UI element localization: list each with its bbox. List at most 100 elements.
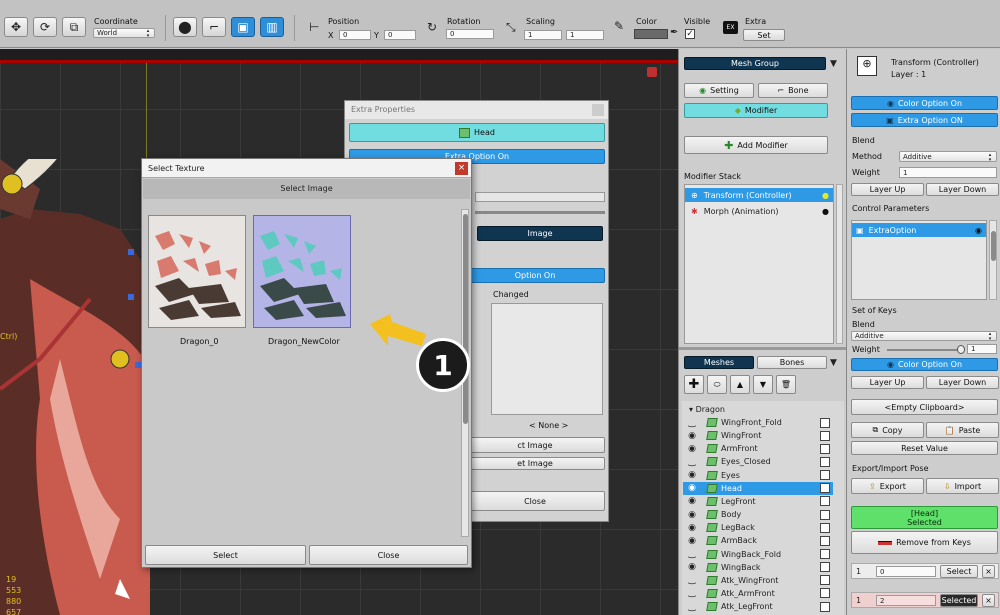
mesh-checkbox[interactable] bbox=[820, 430, 830, 441]
bone-tab[interactable]: ⌐ Bone bbox=[758, 83, 828, 98]
extra-close-button[interactable]: Close bbox=[465, 491, 605, 511]
position-x-field[interactable]: 0 bbox=[339, 30, 371, 40]
reset-image-button[interactable]: et Image bbox=[465, 457, 605, 470]
scale-x-field[interactable]: 1 bbox=[524, 30, 562, 40]
eyedropper-icon[interactable]: ✒ bbox=[670, 27, 678, 38]
mesh-row[interactable]: ‿ Atk_LegFront bbox=[683, 600, 833, 613]
mesh-checkbox[interactable] bbox=[820, 588, 830, 599]
mesh-row[interactable]: ‿ WingFront_Fold bbox=[683, 416, 833, 429]
key-remove-icon[interactable]: × bbox=[982, 594, 995, 607]
lightbulb-off-icon[interactable]: ● bbox=[822, 207, 829, 216]
eye-open-icon[interactable]: ◉ bbox=[683, 562, 701, 572]
lock-icon[interactable] bbox=[647, 67, 657, 77]
mesh-row[interactable]: ◉ LegBack bbox=[683, 521, 833, 534]
import-button[interactable]: ⇩ Import bbox=[926, 478, 999, 494]
setting-tab[interactable]: ◉ Setting bbox=[684, 83, 754, 98]
eye-open-icon[interactable]: ◉ bbox=[683, 444, 701, 454]
coordinate-select[interactable]: World bbox=[93, 28, 155, 38]
mesh-row[interactable]: ◉ ArmBack bbox=[683, 534, 833, 547]
mesh-checkbox[interactable] bbox=[820, 509, 830, 520]
reset-value-button[interactable]: Reset Value bbox=[851, 441, 998, 455]
extra-close-icon[interactable] bbox=[592, 104, 604, 116]
eye-open-icon[interactable]: ◉ bbox=[683, 431, 701, 441]
color-swatch[interactable] bbox=[634, 29, 668, 39]
weight2-field[interactable]: 1 bbox=[967, 344, 997, 354]
key-select-button[interactable]: Select bbox=[940, 565, 978, 578]
mesh-row[interactable]: ‿ WingBack_Fold bbox=[683, 548, 833, 561]
texture-thumb-dragon-newcolor[interactable] bbox=[253, 215, 351, 328]
close-icon[interactable]: × bbox=[455, 162, 468, 175]
paste-button[interactable]: 📋 Paste bbox=[926, 422, 999, 438]
modifier-item-morph[interactable]: ✱ Morph (Animation) ● bbox=[685, 204, 833, 218]
eye-closed-icon[interactable]: ‿ bbox=[683, 418, 701, 428]
option-on-button[interactable]: Option On bbox=[465, 268, 605, 283]
eye-open-icon[interactable]: ◉ bbox=[683, 483, 701, 493]
mesh-checkbox[interactable] bbox=[820, 601, 830, 612]
layer-down2-button[interactable]: Layer Down bbox=[926, 376, 999, 389]
image-button[interactable]: Image bbox=[477, 226, 603, 241]
color-option-on2-button[interactable]: ◉ Color Option On bbox=[851, 358, 998, 371]
mesh-checkbox[interactable] bbox=[820, 549, 830, 559]
mesh-row[interactable]: ◉ LegFront bbox=[683, 495, 833, 508]
move-tool-icon[interactable]: ✥ bbox=[4, 17, 28, 37]
key-value-field[interactable]: 2 bbox=[876, 595, 936, 606]
mesh-checkbox[interactable] bbox=[820, 417, 830, 428]
extra-set-button[interactable]: Set bbox=[743, 29, 785, 41]
export-button[interactable]: ⇪ Export bbox=[851, 478, 924, 494]
mesh-tool-icon[interactable]: ▣ bbox=[231, 17, 255, 37]
eye-closed-icon[interactable]: ‿ bbox=[683, 457, 701, 467]
add-mesh-icon[interactable]: ✚ bbox=[684, 375, 704, 394]
eye-open-icon[interactable]: ◉ bbox=[683, 470, 701, 480]
vertex-handle[interactable] bbox=[128, 249, 134, 255]
rotation-field[interactable]: 0 bbox=[446, 29, 494, 39]
move-down-icon[interactable]: ▼ bbox=[753, 375, 773, 394]
modifier-stack-scrollbar[interactable] bbox=[836, 184, 843, 344]
eye-open-icon[interactable]: ◉ bbox=[683, 496, 701, 506]
key-selected-button[interactable]: Selected bbox=[940, 594, 978, 607]
eye-open-icon[interactable]: ◉ bbox=[683, 536, 701, 546]
lightbulb-on-icon[interactable]: ● bbox=[822, 191, 829, 200]
mesh-row[interactable]: ‿ Eyes_Closed bbox=[683, 455, 833, 468]
eye-closed-icon[interactable]: ‿ bbox=[683, 575, 701, 585]
layer-down-button[interactable]: Layer Down bbox=[926, 183, 999, 196]
close-button[interactable]: Close bbox=[309, 545, 468, 565]
mesh-checkbox[interactable] bbox=[820, 496, 830, 507]
tab-meshes[interactable]: Meshes bbox=[684, 356, 754, 369]
control-param-item[interactable]: ▣ ExtraOption ◉ bbox=[852, 223, 986, 237]
weight2-slider-thumb[interactable] bbox=[957, 345, 965, 354]
mesh-checkbox[interactable] bbox=[820, 575, 830, 586]
eye-open-icon[interactable]: ◉ bbox=[683, 510, 701, 520]
mesh-checkbox[interactable] bbox=[820, 535, 830, 546]
weight2-slider[interactable] bbox=[887, 349, 963, 351]
mesh-disc-icon[interactable]: ⬭ bbox=[707, 375, 727, 394]
layer-up-button[interactable]: Layer Up bbox=[851, 183, 924, 196]
mesh-row[interactable]: ◉ Body bbox=[683, 508, 833, 521]
select-button[interactable]: Select bbox=[145, 545, 306, 565]
mesh-checkbox[interactable] bbox=[820, 443, 830, 454]
key-value-field[interactable]: 0 bbox=[876, 566, 936, 577]
select-image-button[interactable]: ct Image bbox=[465, 437, 605, 453]
onion-tool-icon[interactable]: ⬤ bbox=[173, 17, 197, 37]
eye-closed-icon[interactable]: ‿ bbox=[683, 602, 701, 612]
mesh-checkbox[interactable] bbox=[820, 456, 830, 467]
copy-button[interactable]: ⧉ Copy bbox=[851, 422, 924, 438]
mesh-checkbox[interactable] bbox=[820, 522, 830, 533]
mesh-row[interactable]: ◉ Eyes bbox=[683, 469, 833, 482]
move-up-icon[interactable]: ▲ bbox=[730, 375, 750, 394]
scale-y-field[interactable]: 1 bbox=[566, 30, 604, 40]
mesh-row[interactable]: ‿ Atk_WingFront bbox=[683, 574, 833, 587]
rotate-tool-icon[interactable]: ⟳ bbox=[33, 17, 57, 37]
vertex-handle[interactable] bbox=[128, 294, 134, 300]
eye-open-icon[interactable]: ◉ bbox=[683, 523, 701, 533]
remove-from-keys-button[interactable]: Remove from Keys bbox=[851, 531, 998, 554]
mesh-row[interactable]: ◉ Head bbox=[683, 481, 833, 495]
weight-field[interactable]: 1 bbox=[899, 167, 997, 178]
bone-tool-icon[interactable]: ⌐ bbox=[202, 17, 226, 37]
control-params-scrollbar[interactable] bbox=[989, 220, 997, 300]
tab-bones[interactable]: Bones bbox=[757, 356, 827, 369]
eye-closed-icon[interactable]: ‿ bbox=[683, 588, 701, 598]
group-header[interactable]: ▾ Dragon bbox=[689, 405, 725, 414]
mesh-row[interactable]: ◉ ArmFront bbox=[683, 442, 833, 455]
eye-closed-icon[interactable]: ‿ bbox=[683, 549, 701, 559]
mesh-checkbox[interactable] bbox=[820, 562, 830, 573]
